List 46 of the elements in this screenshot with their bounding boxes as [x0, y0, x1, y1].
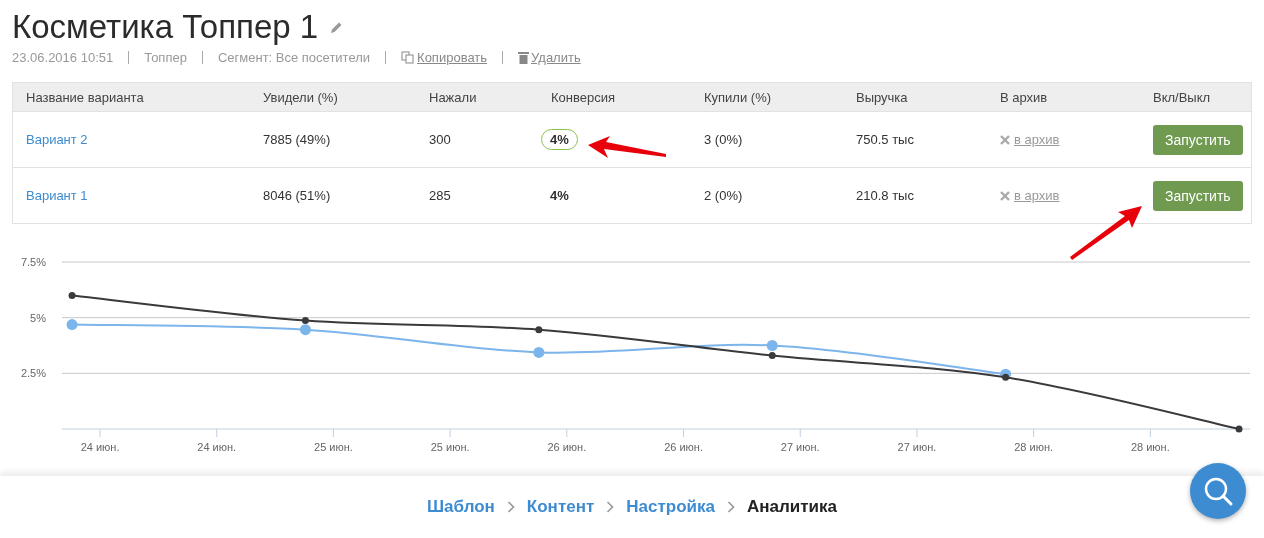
delete-link[interactable]: Удалить	[531, 50, 581, 65]
table-cell-text: 7885 (49%)	[263, 132, 332, 147]
table-cell-text: 2 (0%)	[704, 188, 744, 203]
breadcrumb-item[interactable]: Аналитика	[746, 497, 837, 517]
breadcrumb-item[interactable]: Настройка	[626, 497, 715, 517]
x-tick-label: 24 июн.	[80, 441, 120, 453]
x-tick-label: 26 июн.	[547, 441, 587, 453]
template-type: Топпер	[144, 50, 187, 65]
table-cell-text: 300	[429, 132, 452, 147]
x-tick-label: 25 июн.	[430, 441, 470, 453]
column-header: Вкл/Выкл	[1153, 89, 1212, 105]
table-cell-text: 210.8 тыс	[856, 188, 915, 203]
column-header: Выручка	[856, 89, 909, 105]
table-cell-text: 285	[429, 188, 452, 203]
copy-link[interactable]: Копировать	[417, 50, 488, 65]
segment-label: Сегмент: Все посетители	[217, 50, 371, 65]
breadcrumb-item[interactable]: Контент	[526, 497, 595, 517]
column-header: Увидели (%)	[263, 89, 339, 105]
x-tick-label: 26 июн.	[664, 441, 703, 453]
y-tick-label: 5%	[30, 311, 46, 324]
y-tick-label: 7.5%	[20, 256, 46, 268]
start-button[interactable]: Запустить	[1153, 124, 1243, 155]
column-header: Нажали	[429, 89, 478, 105]
x-tick-label: 27 июн.	[780, 441, 820, 453]
table-cell-text: 3 (0%)	[704, 132, 744, 147]
column-header: Купили (%)	[704, 89, 773, 105]
table-cell-text: 750.5 тыс	[856, 132, 915, 147]
breadcrumb-item[interactable]: Шаблон	[427, 497, 495, 517]
y-tick-label: 2.5%	[20, 367, 46, 380]
column-header: Название варианта	[26, 89, 145, 105]
archive-link[interactable]: в архив	[1014, 132, 1060, 147]
page-title: Косметика Топпер 1	[12, 7, 319, 47]
variant-link[interactable]: Вариант 2	[26, 132, 263, 147]
conversion-value: 4%	[549, 187, 570, 205]
variant-link[interactable]: Вариант 1	[26, 188, 263, 203]
x-tick-label: 28 июн.	[1130, 441, 1170, 453]
archive-link[interactable]: в архив	[1014, 188, 1060, 203]
x-tick-label: 28 июн.	[1014, 441, 1054, 453]
column-header: Конверсия	[551, 89, 616, 105]
start-button[interactable]: Запустить	[1153, 180, 1243, 211]
x-tick-label: 24 июн.	[197, 441, 237, 453]
x-tick-label: 27 июн.	[897, 441, 937, 453]
created-date: 23.06.2016 10:51	[12, 50, 114, 65]
x-tick-label: 25 июн.	[314, 441, 353, 453]
column-header: В архив	[1000, 89, 1049, 105]
table-cell-text: 8046 (51%)	[263, 188, 332, 203]
